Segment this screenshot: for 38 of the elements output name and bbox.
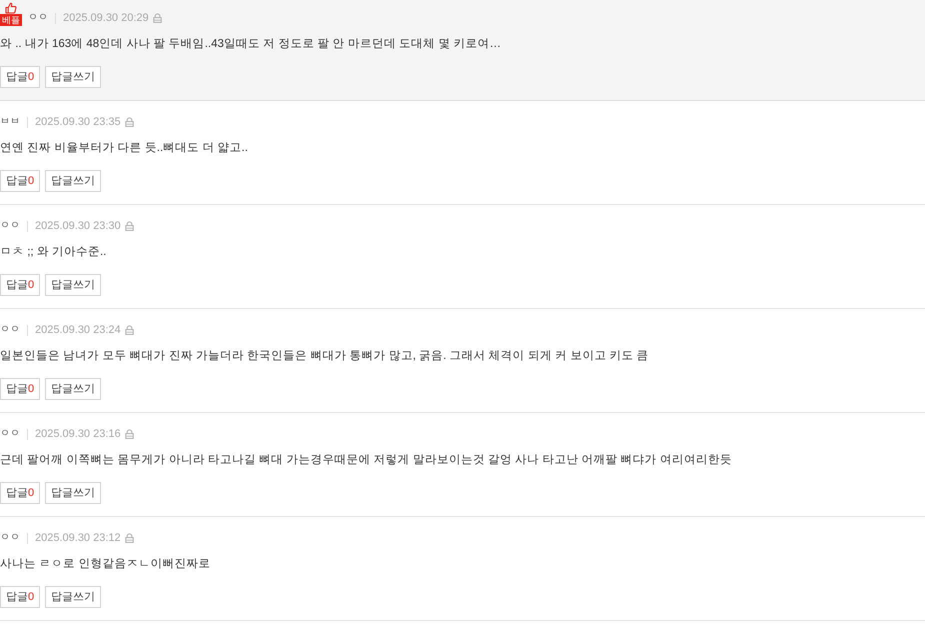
write-reply-button[interactable]: 답글쓰기 [45,170,102,192]
lock-icon [124,325,134,335]
lock-icon [124,221,134,231]
comment-text: 일본인들은 남녀가 모두 뼈대가 진짜 가늘더라 한국인들은 뼈대가 통뼈가 많고, 굵음. 그래서 체격이 되게 커 보이고 키도 큼 [0,349,650,364]
comment-date: 2025.09.30 23:35 [35,115,121,130]
author-name: ㅇㅇ [0,531,20,545]
comment-text: 와 .. 내가 163에 48인데 사나 팔 두배임..43일때도 저 정도로 팔 안 마르던데 도대체 몇 키로여… [0,37,502,52]
author-name: ㅇㅇ [0,427,20,441]
author-name: ㅇㅇ [0,219,20,233]
comment-date: 2025.09.30 20:29 [63,11,149,26]
comment-text: 사나는 ㄹㅇ로 인형같음ㅈㄴ이뻐진짜로 [0,557,212,572]
reply-count-button[interactable]: 답글0 [0,482,40,504]
comment-text: 근데 팔어깨 이쪽뼈는 몸무게가 아니라 타고나길 뼈대 가는경우때문에 저렇게 말라보이는것 갈엉 사나 타고난 어깨팔 뼈댜가 여리여리한듯 [0,453,733,468]
best-badge: 베플 [0,14,22,26]
thumbs-up-icon [5,2,17,14]
comment-text: 연옌 진짜 비율부터가 다른 듯..뼈대도 더 얇고.. [0,141,249,156]
comment-date: 2025.09.30 23:24 [35,323,121,338]
lock-icon [124,429,134,439]
reply-count-button[interactable]: 답글0 [0,66,40,88]
comment-date: 2025.09.30 23:16 [35,427,121,442]
write-reply-button[interactable]: 답글쓰기 [45,66,102,88]
comment-date: 2025.09.30 23:30 [35,219,121,234]
author-name: ㅂㅂ [0,115,20,129]
reply-count-button[interactable]: 답글0 [0,586,40,608]
author-name: ㅇㅇ [28,11,48,25]
comment-text: ㅁㅊ ;; 와 기아수준.. [0,245,108,260]
write-reply-button[interactable]: 답글쓰기 [45,586,102,608]
author-name: ㅇㅇ [0,323,20,337]
write-reply-button[interactable]: 답글쓰기 [45,378,102,400]
write-reply-button[interactable]: 답글쓰기 [45,482,102,504]
reply-count-button[interactable]: 답글0 [0,170,40,192]
lock-icon [124,533,134,543]
lock-icon [124,117,134,127]
reply-count-button[interactable]: 답글0 [0,274,40,296]
reply-count-button[interactable]: 답글0 [0,378,40,400]
comment-date: 2025.09.30 23:12 [35,531,121,546]
write-reply-button[interactable]: 답글쓰기 [45,274,102,296]
lock-icon [152,13,162,23]
